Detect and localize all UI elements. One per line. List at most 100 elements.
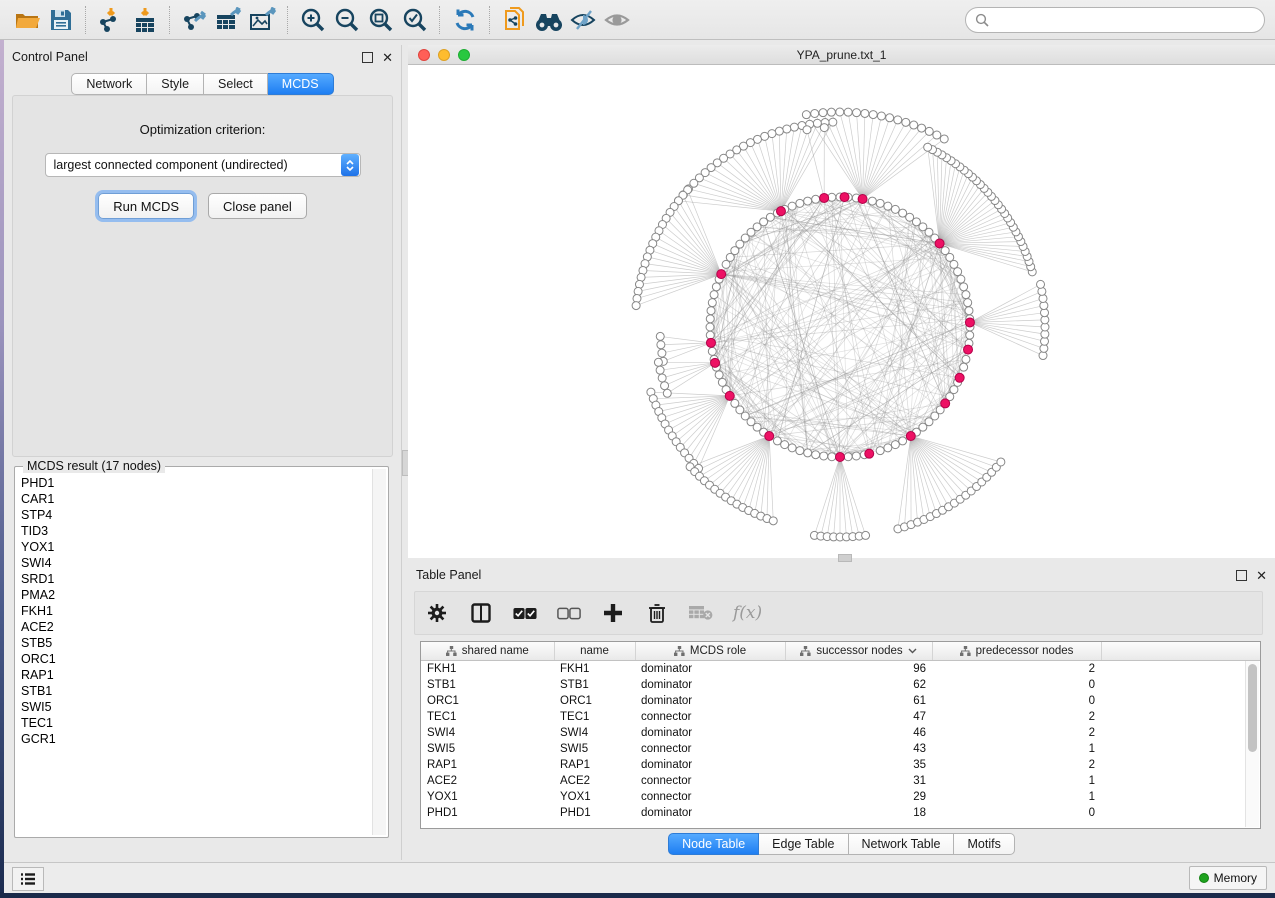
zoom-fit-icon[interactable] (364, 4, 398, 36)
tab-mcds[interactable]: MCDS (268, 73, 334, 95)
table-cell: 2 (932, 661, 1101, 678)
export-network-icon[interactable] (178, 4, 212, 36)
result-node-item[interactable]: SWI4 (21, 555, 372, 571)
select-stepper-icon (341, 154, 359, 176)
select-all-checkboxes-icon[interactable] (513, 601, 537, 625)
table-cell: dominator (635, 757, 785, 773)
function-builder-icon[interactable]: f(x) (733, 603, 762, 623)
table-row[interactable]: FKH1FKH1dominator962 (421, 661, 1260, 678)
table-cell: connector (635, 773, 785, 789)
columns-icon[interactable] (469, 601, 493, 625)
search-box[interactable] (965, 7, 1265, 33)
import-network-icon[interactable] (94, 4, 128, 36)
zoom-in-icon[interactable] (296, 4, 330, 36)
memory-label: Memory (1214, 871, 1257, 885)
table-row[interactable]: ACE2ACE2connector311 (421, 773, 1260, 789)
result-node-item[interactable]: STB5 (21, 635, 372, 651)
search-input[interactable] (995, 12, 1255, 28)
table-cell: 43 (785, 741, 932, 757)
result-node-item[interactable]: ACE2 (21, 619, 372, 635)
hide-eye-icon[interactable] (566, 4, 600, 36)
tab-node-table[interactable]: Node Table (668, 833, 759, 855)
tab-motifs[interactable]: Motifs (954, 833, 1014, 855)
float-window-icon[interactable] (362, 52, 373, 63)
result-node-item[interactable]: TID3 (21, 523, 372, 539)
tab-network-table[interactable]: Network Table (849, 833, 955, 855)
result-node-item[interactable]: STB1 (21, 683, 372, 699)
result-node-item[interactable]: FKH1 (21, 603, 372, 619)
splitter-grab-handle[interactable] (838, 554, 852, 562)
table-header-row[interactable]: shared namenameMCDS rolesuccessor nodesp… (421, 642, 1260, 661)
import-table-icon[interactable] (128, 4, 162, 36)
table-scrollbar[interactable] (1245, 661, 1259, 827)
save-icon[interactable] (44, 4, 78, 36)
result-node-item[interactable]: SWI5 (21, 699, 372, 715)
node-table[interactable]: shared namenameMCDS rolesuccessor nodesp… (420, 641, 1261, 829)
main-toolbar (0, 0, 1275, 40)
result-node-item[interactable]: GCR1 (21, 731, 372, 747)
table-cell: STB1 (554, 677, 635, 693)
network-window-titlebar[interactable]: YPA_prune.txt_1 (408, 45, 1275, 65)
application-window: Control Panel ✕ NetworkStyleSelectMCDS O… (0, 0, 1275, 898)
tab-edge-table[interactable]: Edge Table (759, 833, 848, 855)
open-folder-icon[interactable] (10, 4, 44, 36)
table-scrollbar-thumb[interactable] (1248, 664, 1257, 752)
table-cell-filler (1101, 677, 1260, 693)
table-row[interactable]: YOX1YOX1connector291 (421, 789, 1260, 805)
show-eye-icon[interactable] (600, 4, 634, 36)
export-table-icon[interactable] (212, 4, 246, 36)
delete-icon[interactable] (645, 601, 669, 625)
memory-button[interactable]: Memory (1189, 866, 1267, 890)
show-panels-button[interactable] (12, 867, 44, 891)
table-row[interactable]: PHD1PHD1dominator180 (421, 805, 1260, 821)
close-panel-icon[interactable]: ✕ (1256, 571, 1267, 580)
zoom-out-icon[interactable] (330, 4, 364, 36)
result-node-item[interactable]: TEC1 (21, 715, 372, 731)
table-cell: 2 (932, 757, 1101, 773)
delete-table-icon[interactable] (689, 601, 713, 625)
table-cell: 0 (932, 693, 1101, 709)
table-row[interactable]: RAP1RAP1dominator352 (421, 757, 1260, 773)
result-node-item[interactable]: ORC1 (21, 651, 372, 667)
column-header-shared-name[interactable]: shared name (421, 642, 554, 661)
run-mcds-button[interactable]: Run MCDS (98, 193, 194, 219)
result-list-scrollbar[interactable] (372, 469, 386, 835)
table-row[interactable]: SWI5SWI5connector431 (421, 741, 1260, 757)
deselect-all-checkboxes-icon[interactable] (557, 601, 581, 625)
column-header-MCDS-role[interactable]: MCDS role (635, 642, 785, 661)
criterion-select[interactable]: largest connected component (undirected) (45, 153, 361, 177)
tab-select[interactable]: Select (204, 73, 268, 95)
close-panel-button[interactable]: Close panel (208, 193, 307, 219)
zoom-selected-icon[interactable] (398, 4, 432, 36)
column-header-name[interactable]: name (554, 642, 635, 661)
network-canvas[interactable] (408, 65, 1275, 558)
result-node-item[interactable]: YOX1 (21, 539, 372, 555)
result-node-item[interactable]: PHD1 (21, 475, 372, 491)
add-icon[interactable] (601, 601, 625, 625)
share-document-icon[interactable] (498, 4, 532, 36)
result-node-item[interactable]: RAP1 (21, 667, 372, 683)
table-row[interactable]: SWI4SWI4dominator462 (421, 725, 1260, 741)
table-cell: 31 (785, 773, 932, 789)
result-node-item[interactable]: SRD1 (21, 571, 372, 587)
result-node-item[interactable]: CAR1 (21, 491, 372, 507)
gear-icon[interactable] (425, 601, 449, 625)
table-row[interactable]: ORC1ORC1dominator610 (421, 693, 1260, 709)
float-window-icon[interactable] (1236, 570, 1247, 581)
table-row[interactable]: TEC1TEC1connector472 (421, 709, 1260, 725)
table-cell: ORC1 (421, 693, 554, 709)
column-header-successor-nodes[interactable]: successor nodes (785, 642, 932, 661)
close-panel-icon[interactable]: ✕ (382, 53, 393, 62)
binoculars-icon[interactable] (532, 4, 566, 36)
table-cell: RAP1 (421, 757, 554, 773)
table-cell: dominator (635, 693, 785, 709)
tab-style[interactable]: Style (147, 73, 204, 95)
result-node-item[interactable]: PMA2 (21, 587, 372, 603)
mcds-result-list[interactable]: PHD1CAR1STP4TID3YOX1SWI4SRD1PMA2FKH1ACE2… (21, 475, 372, 833)
result-node-item[interactable]: STP4 (21, 507, 372, 523)
table-row[interactable]: STB1STB1dominator620 (421, 677, 1260, 693)
refresh-icon[interactable] (448, 4, 482, 36)
tab-network[interactable]: Network (71, 73, 147, 95)
export-image-icon[interactable] (246, 4, 280, 36)
column-header-predecessor-nodes[interactable]: predecessor nodes (932, 642, 1101, 661)
